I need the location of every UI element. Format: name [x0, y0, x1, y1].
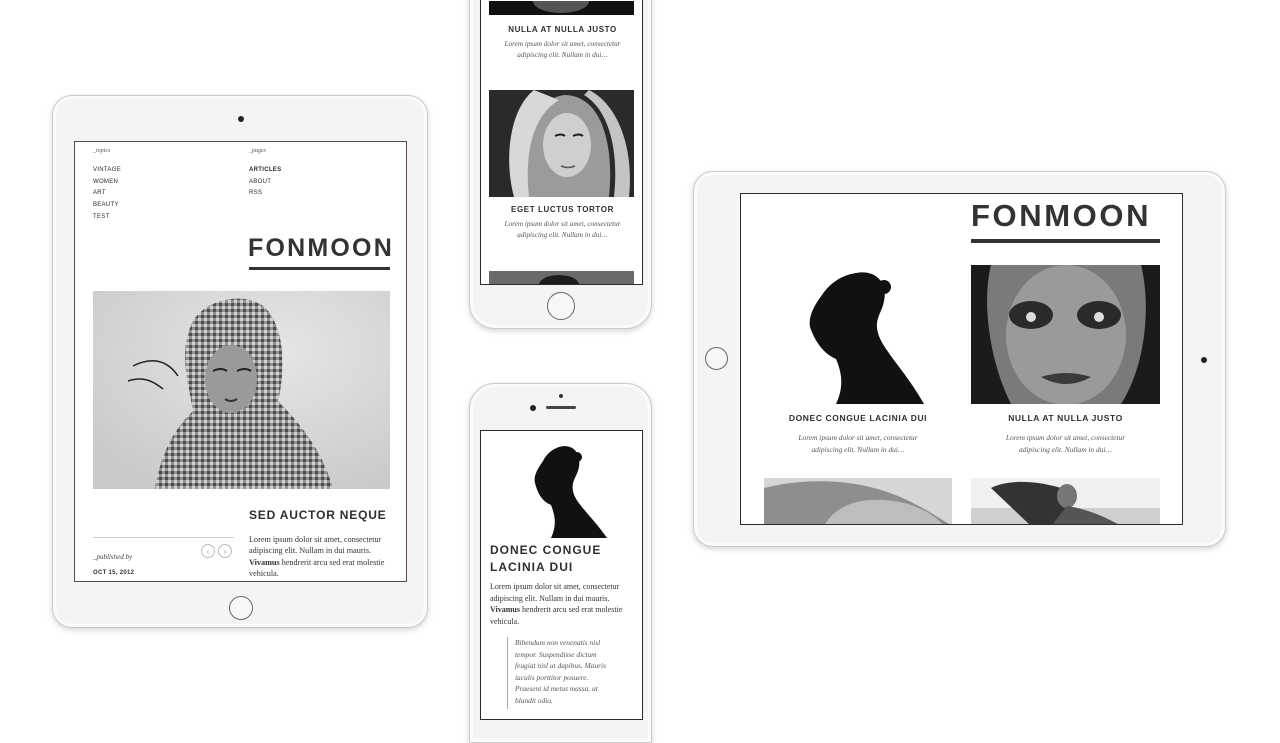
- card1-photo-art: [533, 1, 589, 13]
- topic-link[interactable]: ART: [93, 190, 173, 202]
- ipad-portrait-device: _topics _pages VINTAGE WOMEN ART BEAUTY …: [52, 95, 428, 628]
- card2-excerpt: Lorem ipsum dolor sit amet, consectetur …: [1005, 433, 1126, 454]
- topic-link[interactable]: TEST: [93, 214, 173, 226]
- article-body-text: Lorem ipsum dolor sit amet, consectetur …: [249, 535, 382, 556]
- home-button[interactable]: [705, 347, 728, 370]
- pages-heading: _pages: [249, 148, 266, 154]
- card1-excerpt: Lorem ipsum dolor sit amet, consectetur …: [798, 433, 918, 454]
- pages-list: ARTICLES ABOUT RSS: [249, 167, 329, 202]
- topic-link[interactable]: WOMEN: [93, 179, 173, 191]
- iphone-top-screen: NULLA AT NULLA JUSTO Lorem ipsum dolor s…: [480, 0, 643, 285]
- site-logo[interactable]: FONMOON: [971, 198, 1151, 234]
- iphone-bottom-device: DONEC CONGUE LACINIA DUI Lorem ipsum dol…: [469, 383, 652, 743]
- card3-photo-art: [489, 271, 634, 284]
- article-body-text: Lorem ipsum dolor sit amet, consectetur …: [490, 582, 620, 603]
- quote-bar: [507, 637, 508, 709]
- home-button[interactable]: [547, 292, 575, 320]
- card2-photo: [489, 90, 634, 197]
- card2-title[interactable]: EGET LUCTUS TORTOR: [481, 205, 642, 214]
- card1-photo: [764, 265, 952, 404]
- card1-title[interactable]: NULLA AT NULLA JUSTO: [481, 25, 642, 34]
- card4-photo-art: [971, 478, 1160, 524]
- topics-heading: _topics: [93, 148, 111, 154]
- hero-photo-art: [93, 291, 390, 489]
- iphone-bottom-screen: DONEC CONGUE LACINIA DUI Lorem ipsum dol…: [480, 430, 643, 720]
- silhouette-art: [764, 265, 952, 404]
- article-title[interactable]: SED AUCTOR NEQUE: [249, 508, 386, 522]
- topics-list: VINTAGE WOMEN ART BEAUTY TEST: [93, 167, 173, 225]
- ipad-portrait-screen: _topics _pages VINTAGE WOMEN ART BEAUTY …: [74, 141, 407, 582]
- publish-date: OCT 15, 2012: [93, 570, 135, 576]
- card3-photo-art: [764, 478, 952, 524]
- camera-icon: [238, 116, 244, 122]
- card3-photo: [764, 478, 952, 524]
- page-link-about[interactable]: ABOUT: [249, 179, 329, 191]
- blockquote: Bibendum non venenatis nisl tempor. Susp…: [515, 638, 606, 705]
- card1-title[interactable]: DONEC CONGUE LACINIA DUI: [764, 413, 952, 423]
- face-art: [971, 265, 1160, 404]
- card2-excerpt: Lorem ipsum dolor sit amet, consectetur …: [504, 220, 621, 239]
- card2-photo: [971, 265, 1160, 404]
- card4-photo: [971, 478, 1160, 524]
- page-link-articles[interactable]: ARTICLES: [249, 167, 329, 179]
- camera-icon: [1201, 357, 1207, 363]
- article-body: Lorem ipsum dolor sit amet, consectetur …: [490, 581, 636, 627]
- iphone-top-device: NULLA AT NULLA JUSTO Lorem ipsum dolor s…: [469, 0, 652, 329]
- card1-photo: [489, 1, 634, 15]
- site-logo[interactable]: FONMOON: [248, 234, 394, 263]
- front-camera-icon: [530, 405, 536, 411]
- published-by-label: _published by: [93, 553, 133, 561]
- logo-underline: [249, 267, 390, 270]
- prev-button[interactable]: ‹: [201, 544, 215, 558]
- home-button[interactable]: [229, 596, 253, 620]
- next-button[interactable]: ›: [218, 544, 232, 558]
- article-body: Lorem ipsum dolor sit amet, consectetur …: [249, 534, 395, 580]
- topic-link[interactable]: VINTAGE: [93, 167, 173, 179]
- article-body-bold: Vivamus: [490, 605, 520, 615]
- article-photo: [511, 441, 615, 538]
- card1-excerpt: Lorem ipsum dolor sit amet, consectetur …: [504, 40, 621, 59]
- card3-photo: [489, 271, 634, 284]
- article-body-bold: Vivamus: [249, 557, 280, 567]
- page-link-rss[interactable]: RSS: [249, 190, 329, 202]
- meta-divider: [93, 537, 234, 538]
- hero-photo: [93, 291, 390, 489]
- card2-title[interactable]: NULLA AT NULLA JUSTO: [971, 413, 1160, 423]
- article-title[interactable]: DONEC CONGUE LACINIA DUI: [490, 542, 630, 576]
- ipad-landscape-device: FONMOON DONEC CONGUE LACINIA DUI NULLA A…: [693, 171, 1226, 547]
- camera-icon: [559, 394, 563, 398]
- logo-underline: [971, 239, 1160, 243]
- ipad-landscape-screen: FONMOON DONEC CONGUE LACINIA DUI NULLA A…: [740, 193, 1183, 525]
- silhouette-art: [511, 441, 615, 538]
- topic-link[interactable]: BEAUTY: [93, 202, 173, 214]
- card2-photo-art: [489, 90, 634, 197]
- speaker-grille: [546, 406, 576, 409]
